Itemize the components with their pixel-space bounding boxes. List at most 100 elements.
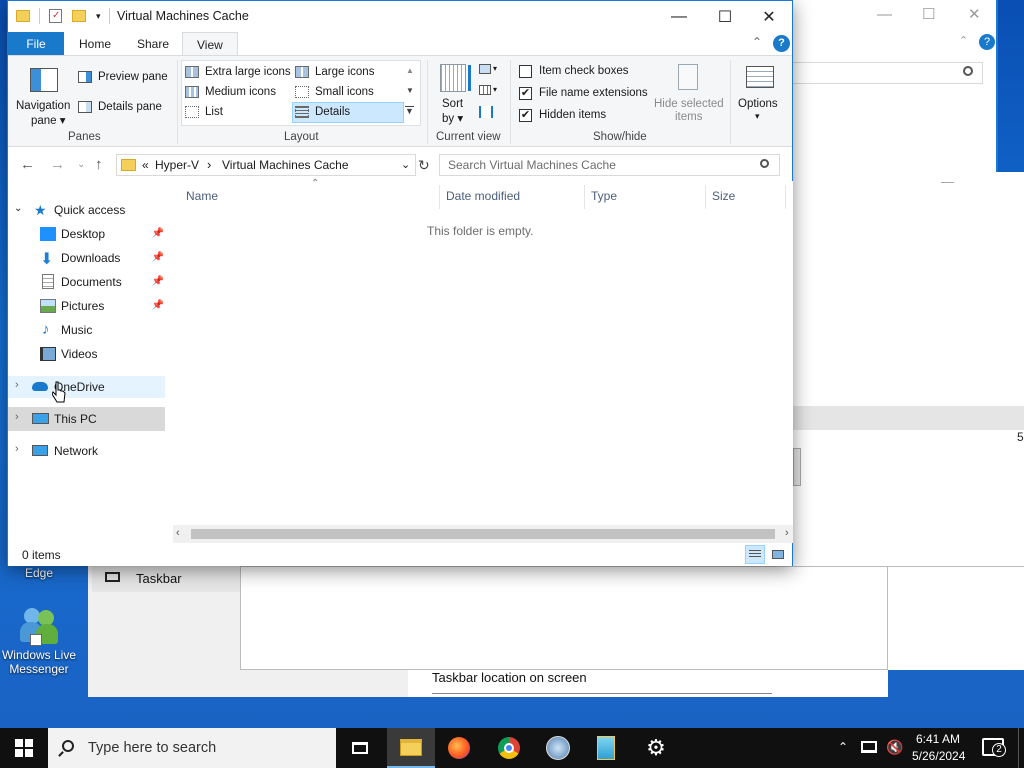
scroll-thumb[interactable] — [191, 529, 775, 539]
details-view-button[interactable] — [745, 545, 765, 564]
taskbar-settings[interactable]: ⚙ — [632, 728, 680, 768]
layout-scroll-down-icon[interactable]: ▼ — [406, 86, 414, 95]
taskbar-search-box[interactable]: Type here to search — [48, 728, 336, 768]
layout-extra-large-icons[interactable]: Extra large icons — [185, 66, 291, 78]
properties-icon[interactable]: ✓ — [49, 9, 62, 23]
hide-selected-items-button[interactable]: Hide selected items — [650, 62, 724, 128]
column-header-date-modified[interactable]: Date modified — [446, 189, 520, 203]
background-minimize-button[interactable]: — — [877, 6, 892, 23]
nav-item-pictures[interactable]: Pictures 📌 — [40, 294, 164, 318]
nav-item-network[interactable]: Network — [32, 439, 98, 463]
breadcrumb-hyper-v[interactable]: Hyper-V — [155, 158, 199, 172]
customize-toolbar-icon[interactable]: ▾ — [96, 11, 101, 22]
task-view-button[interactable] — [336, 728, 384, 768]
background-search-box[interactable] — [793, 62, 983, 84]
close-button[interactable]: ✕ — [746, 1, 792, 32]
tab-view[interactable]: View — [182, 32, 238, 57]
taskbar-time[interactable]: 6:41 AM — [916, 732, 960, 746]
tab-share[interactable]: Share — [123, 32, 183, 56]
action-center-button[interactable]: 2 — [982, 738, 1006, 757]
hidden-items-checkbox[interactable]: ✔ — [519, 109, 532, 122]
background-settings-control[interactable] — [793, 448, 801, 486]
layout-scroll-up-icon[interactable]: ▲ — [406, 66, 414, 75]
layout-medium-icons[interactable]: Medium icons — [185, 86, 276, 98]
taskbar-location-dropdown[interactable] — [432, 693, 772, 697]
start-button[interactable] — [0, 728, 48, 768]
tab-file[interactable]: File — [8, 32, 64, 56]
breadcrumb-overflow[interactable]: « — [142, 158, 149, 172]
preview-pane-button[interactable]: Preview pane — [78, 71, 168, 83]
file-list[interactable]: ⌃ Name Date modified Type Size This fold… — [173, 178, 793, 525]
desktop-icon-messenger[interactable]: Windows Live Messenger — [0, 604, 78, 676]
nav-item-music[interactable]: ♪ Music — [40, 318, 92, 342]
minimize-button[interactable]: — — [656, 1, 702, 32]
nav-item-this-pc[interactable]: This PC — [32, 407, 97, 431]
nav-item-desktop[interactable]: Desktop 📌 — [40, 222, 164, 246]
tab-home[interactable]: Home — [65, 32, 125, 56]
background-help-icon[interactable]: ? — [979, 34, 995, 50]
breadcrumb-virtual-machines-cache[interactable]: Virtual Machines Cache — [222, 158, 349, 172]
nav-item-videos[interactable]: Videos — [40, 342, 97, 366]
background-ribbon-collapse-icon[interactable]: ⌃ — [959, 34, 968, 47]
nav-item-quick-access[interactable]: ★ Quick access — [34, 198, 125, 222]
this-pc-expander-icon[interactable]: › — [15, 411, 19, 423]
layout-details[interactable]: Details — [295, 106, 350, 118]
address-bar[interactable]: « Hyper-V › Virtual Machines Cache ⌄ — [116, 154, 416, 176]
background-settings-panel[interactable]: Taskbar Taskbar location on screen — [88, 566, 888, 697]
taskbar-search-input[interactable]: Type here to search — [88, 740, 216, 756]
nav-item-downloads[interactable]: ⬇ Downloads 📌 — [40, 246, 164, 270]
scroll-left-button[interactable]: ‹ — [176, 527, 180, 539]
layout-list[interactable]: List — [185, 106, 223, 118]
new-folder-icon[interactable] — [72, 10, 86, 22]
nav-item-documents[interactable]: Documents 📌 — [40, 270, 164, 294]
file-name-extensions-label[interactable]: File name extensions — [539, 87, 648, 99]
quick-access-expander-icon[interactable]: ⌄ — [14, 203, 22, 214]
background-close-button[interactable]: ✕ — [968, 5, 981, 23]
nav-item-onedrive[interactable]: OneDrive — [32, 375, 105, 399]
taskbar-chrome[interactable] — [485, 728, 533, 768]
layout-small-icons[interactable]: Small icons — [295, 86, 374, 98]
add-columns-button[interactable]: ▾ — [479, 85, 499, 99]
large-icons-view-button[interactable] — [769, 545, 787, 564]
group-by-button[interactable]: ▾ — [479, 64, 499, 78]
ribbon-collapse-icon[interactable]: ⌃ — [752, 35, 762, 49]
onedrive-expander-icon[interactable]: › — [15, 379, 19, 391]
taskbar-file-explorer[interactable] — [387, 728, 435, 768]
show-desktop-button[interactable] — [1018, 728, 1024, 768]
column-header-type[interactable]: Type — [591, 189, 617, 203]
hidden-items-label[interactable]: Hidden items — [539, 109, 606, 121]
show-hidden-icons-button[interactable]: ⌃ — [838, 740, 848, 754]
back-button[interactable]: ← — [20, 156, 35, 173]
background-settings-minimize[interactable]: — — [941, 174, 954, 189]
navigation-pane-button[interactable]: Navigation pane ▾ — [12, 60, 78, 127]
horizontal-scrollbar[interactable]: ‹ › — [173, 525, 793, 543]
taskbar-firefox[interactable] — [435, 728, 483, 768]
volume-muted-icon[interactable]: 🔇 — [886, 739, 903, 756]
sort-by-button[interactable]: Sort by ▾ — [435, 62, 475, 128]
item-check-boxes-checkbox[interactable] — [519, 65, 532, 78]
taskbar-archive-app[interactable] — [582, 728, 630, 768]
taskbar-date[interactable]: 5/26/2024 — [912, 749, 965, 763]
taskbar-network-app[interactable] — [534, 728, 582, 768]
column-header-size[interactable]: Size — [712, 189, 735, 203]
options-button[interactable]: Options ▾ — [734, 62, 786, 128]
details-pane-button[interactable]: Details pane — [78, 101, 162, 113]
refresh-icon[interactable]: ↻ — [418, 157, 430, 174]
network-status-icon[interactable] — [861, 741, 877, 753]
item-check-boxes-label[interactable]: Item check boxes — [539, 65, 628, 77]
forward-button[interactable]: → — [50, 156, 65, 173]
file-name-extensions-checkbox[interactable]: ✔ — [519, 87, 532, 100]
background-maximize-button[interactable]: ☐ — [922, 5, 935, 23]
size-columns-button[interactable] — [479, 106, 493, 120]
background-explorer-window[interactable]: — ☐ ✕ ⌃ ? — [793, 0, 998, 172]
search-input[interactable]: Search Virtual Machines Cache — [448, 158, 616, 172]
help-icon[interactable]: ? — [773, 35, 790, 52]
search-box[interactable]: Search Virtual Machines Cache — [439, 154, 780, 176]
maximize-button[interactable]: ☐ — [702, 1, 748, 32]
layout-large-icons[interactable]: Large icons — [295, 66, 374, 78]
desktop-icon-edge[interactable]: Edge — [0, 566, 78, 580]
network-expander-icon[interactable]: › — [15, 443, 19, 455]
layout-expand-icon[interactable]: ▼ — [405, 106, 414, 116]
scroll-right-button[interactable]: › — [785, 527, 789, 539]
breadcrumb-separator[interactable]: › — [207, 157, 211, 172]
